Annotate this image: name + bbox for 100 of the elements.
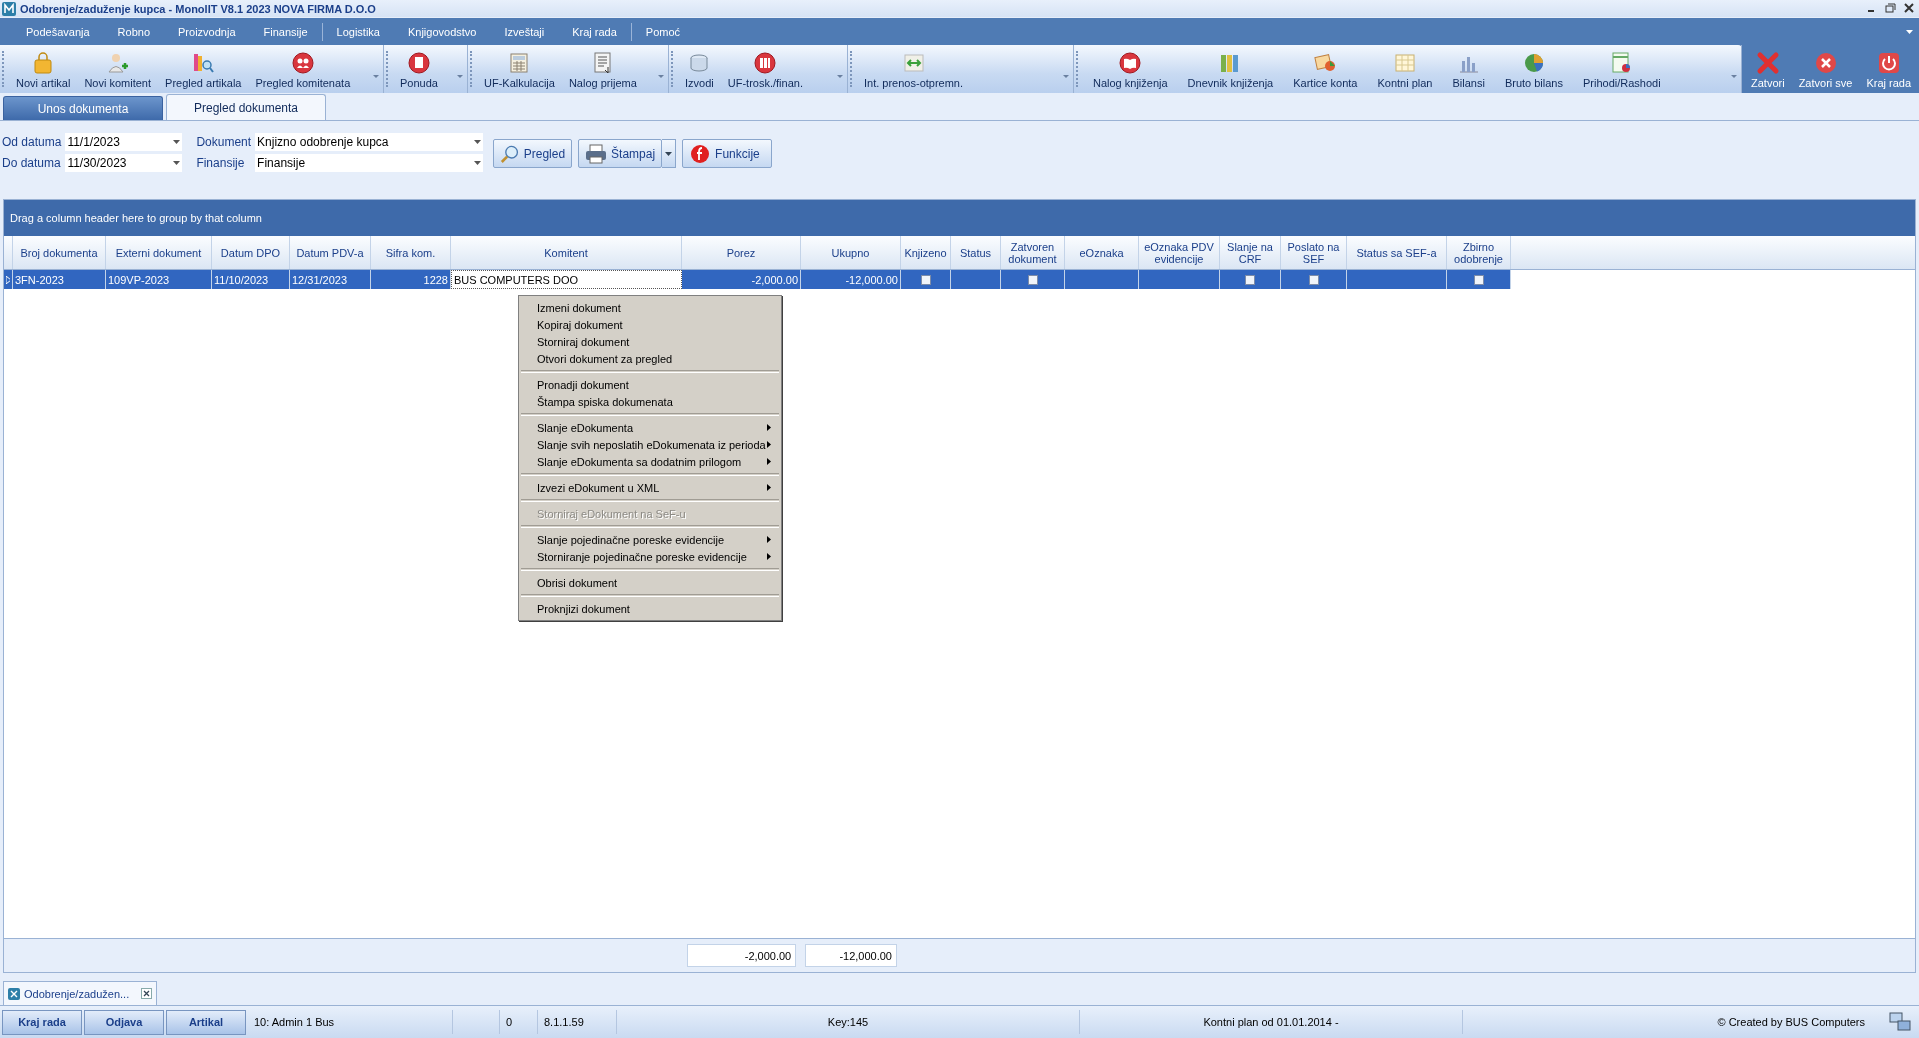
restore-icon[interactable] (1885, 3, 1896, 14)
status-button[interactable]: Kraj rada (2, 1009, 82, 1035)
column-header[interactable]: Komitent (451, 236, 682, 269)
toolbar-button[interactable]: Pregled (493, 139, 573, 168)
menu-item[interactable]: Proizvodnja (164, 25, 250, 38)
menu-item[interactable]: Logistika (322, 25, 394, 38)
table-cell: 3FN-2023 (13, 270, 106, 289)
toolbar-button[interactable]: Ponuda (393, 45, 445, 93)
table-cell: 11/10/2023 (212, 270, 290, 289)
column-header[interactable]: Porez (682, 236, 801, 269)
column-header[interactable]: Datum PDV-a (290, 236, 371, 269)
close-icon[interactable] (1904, 3, 1915, 14)
checkbox[interactable] (920, 274, 931, 285)
column-header[interactable]: Knjizeno (901, 236, 951, 269)
chevron-down-icon (473, 140, 481, 144)
power-icon (1876, 51, 1901, 75)
status-button[interactable]: Odjava (84, 1009, 164, 1035)
column-header[interactable]: Status (951, 236, 1001, 269)
chevron-down-icon (373, 74, 379, 78)
menu-item[interactable]: Pronadji dokument (519, 376, 781, 393)
column-header[interactable]: eOznaka (1065, 236, 1139, 269)
toolbar-button[interactable]: Kartice konta (1283, 45, 1368, 93)
status-text: Kontni plan od 01.01.2014 - (1203, 1016, 1339, 1028)
toolbar-button[interactable]: Kraj rada (1859, 45, 1919, 93)
submenu-arrow-icon (767, 441, 771, 448)
menu-item[interactable]: Storniranje pojedinačne poreske evidencije (519, 548, 781, 565)
column-header[interactable]: Zbirno odobrenje (1447, 236, 1511, 269)
toolbar-button[interactable]: UF-Kalkulacija (477, 45, 562, 93)
column-header[interactable]: Slanje na CRF (1220, 236, 1281, 269)
document-tab[interactable]: Odobrenje/zadužen... (3, 981, 158, 1005)
column-header[interactable]: Sifra kom. (371, 236, 451, 269)
toolbar-button[interactable]: Pregled komitenata (248, 45, 358, 93)
app-logo-icon (2, 1, 16, 16)
binders-icon (753, 51, 778, 75)
menu-item[interactable]: Izveštaji (490, 25, 559, 38)
toolbar-button[interactable]: UF-trosk./finan. (720, 45, 810, 93)
menu-item[interactable]: Podešavanja (12, 25, 104, 38)
toolbar-button[interactable]: Nalog knjiženja (1083, 45, 1178, 93)
column-header[interactable]: eOznaka PDV evidencije (1139, 236, 1220, 269)
toolbar-button[interactable]: Bruto bilans (1494, 45, 1573, 93)
menu-item[interactable]: Slanje eDokumenta sa dodatnim prilogom (519, 453, 781, 470)
column-header[interactable]: Externi dokument (106, 236, 212, 269)
toolbar-button[interactable]: Nalog prijema (561, 45, 644, 93)
status-button[interactable]: Artikal (166, 1009, 246, 1035)
table-row[interactable]: 3FN-2023 109VP-2023 11/10/2023 12/31/2023 1228 BUS COMPUTERS DOO -2,000.00 -12,000.00 (4, 270, 1915, 289)
toolbar-button[interactable]: Int. prenos-otpremn. (857, 45, 971, 93)
menu-item[interactable]: Robno (103, 25, 165, 38)
field-label: Dokument (196, 135, 252, 149)
menu-item[interactable]: Knjigovodstvo (393, 25, 491, 38)
close-icon[interactable] (141, 988, 153, 999)
toolbar-button[interactable]: Funkcije (682, 139, 773, 168)
tab[interactable]: Pregled dokumenta (166, 94, 326, 120)
tab[interactable]: Unos dokumenta (3, 96, 163, 120)
dropdown-field[interactable]: 11/30/2023 (65, 154, 183, 172)
dropdown-field[interactable]: Knjizno odobrenje kupca (255, 133, 484, 151)
toolbar-button[interactable]: Izvodi (678, 45, 721, 93)
checkbox[interactable] (1473, 274, 1484, 285)
column-header[interactable]: Datum DPO (212, 236, 290, 269)
column-header[interactable]: Zatvoren dokument (1001, 236, 1065, 269)
toolbar-button[interactable]: Novi artikal (9, 45, 78, 93)
menu-item[interactable]: Otvori dokument za pregled (519, 350, 781, 367)
checkbox[interactable] (1027, 274, 1038, 285)
toolbar-button[interactable]: Štampaj (578, 139, 663, 168)
dropdown-field[interactable]: Finansije (255, 154, 484, 172)
column-header[interactable]: Broj dokumenta (13, 236, 106, 269)
toolbar-button[interactable]: Bilansi (1442, 45, 1495, 93)
total-field: -12,000.00 (805, 944, 897, 967)
menu-item[interactable]: Slanje pojedinačne poreske evidencije (519, 531, 781, 548)
menu-item[interactable]: Štampa spiska dokumenata (519, 393, 781, 410)
toolbar-button[interactable]: Zatvori (1744, 45, 1792, 93)
menu-item[interactable]: Izvezi eDokument u XML (519, 479, 781, 496)
chevron-down-icon (1731, 74, 1737, 78)
dropdown-button[interactable] (662, 139, 677, 168)
menu-item[interactable]: Obrisi dokument (519, 574, 781, 591)
table-icon (1392, 51, 1417, 75)
books-search-icon (191, 51, 216, 75)
toolbar-button[interactable]: Dnevnik knjiženja (1177, 45, 1284, 93)
toolbar-button[interactable]: Zatvori sve (1791, 45, 1860, 93)
status-text: 0 (506, 1016, 513, 1028)
menu-item[interactable]: Proknjizi dokument (519, 600, 781, 617)
chevron-down-icon (457, 74, 463, 78)
column-header[interactable]: Status sa SEF-a (1347, 236, 1447, 269)
menu-item[interactable]: Slanje eDokumenta (519, 419, 781, 436)
column-header[interactable]: Poslato na SEF (1281, 236, 1347, 269)
menu-item[interactable]: Kraj rada (558, 22, 632, 41)
checkbox[interactable] (1308, 274, 1319, 285)
menu-item[interactable]: Storniraj dokument (519, 333, 781, 350)
menu-item[interactable]: Finansije (249, 22, 323, 41)
toolbar-button[interactable]: Prihodi/Rashodi (1572, 45, 1671, 93)
dropdown-field[interactable]: 11/1/2023 (65, 133, 183, 151)
menu-item[interactable]: Kopiraj dokument (519, 316, 781, 333)
menu-item[interactable]: Izmeni dokument (519, 299, 781, 316)
checkbox[interactable] (1245, 274, 1255, 285)
toolbar-button[interactable]: Pregled artikala (158, 45, 249, 93)
toolbar-button[interactable]: Novi komitent (77, 45, 159, 93)
chevron-down-icon (658, 74, 664, 78)
menu-item[interactable]: Slanje svih neposlatih eDokumenata iz perioda (519, 436, 781, 453)
toolbar-button[interactable]: Kontni plan (1367, 45, 1443, 93)
column-header[interactable]: Ukupno (801, 236, 901, 269)
menu-item[interactable]: Pomoć (631, 25, 695, 38)
